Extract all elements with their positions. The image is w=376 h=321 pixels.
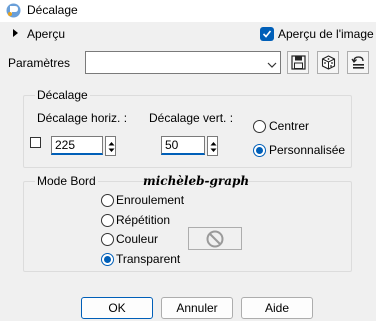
- color-radio[interactable]: [101, 233, 114, 246]
- vertical-offset-spinner[interactable]: [207, 136, 218, 156]
- link-offsets-checkbox[interactable]: [30, 137, 41, 148]
- vertical-offset-value: 50: [165, 138, 179, 152]
- reset-button[interactable]: [347, 51, 369, 74]
- horizontal-offset-value: 225: [55, 138, 76, 152]
- offset-group-title: Décalage: [35, 88, 90, 102]
- preview-on-image-label[interactable]: Aperçu de l'image: [278, 27, 374, 41]
- help-button[interactable]: Aide: [241, 297, 313, 319]
- vertical-offset-label: Décalage vert. :: [149, 111, 234, 125]
- ok-button[interactable]: OK: [81, 297, 153, 319]
- wrap-radio[interactable]: [101, 194, 114, 207]
- vertical-offset-input[interactable]: 50: [161, 136, 205, 155]
- watermark-text: michèleb-graph: [143, 174, 250, 188]
- center-radio-label[interactable]: Centrer: [269, 119, 309, 133]
- horizontal-offset-label: Décalage horiz. :: [37, 111, 128, 125]
- cancel-button[interactable]: Annuler: [161, 297, 233, 319]
- preview-on-image-checkbox[interactable]: [260, 27, 274, 41]
- wrap-radio-label[interactable]: Enroulement: [116, 193, 184, 207]
- center-radio[interactable]: [253, 120, 266, 133]
- repeat-radio-label[interactable]: Répétition: [116, 213, 170, 227]
- custom-radio-label[interactable]: Personnalisée: [269, 143, 345, 157]
- randomize-button[interactable]: [317, 51, 339, 74]
- chevron-down-icon: [267, 58, 277, 72]
- color-radio-label[interactable]: Couleur: [116, 232, 158, 246]
- custom-radio[interactable]: [253, 144, 266, 157]
- parameters-label: Paramètres: [8, 56, 71, 70]
- edge-color-swatch[interactable]: [188, 227, 242, 250]
- edge-mode-group-title: Mode Bord: [35, 174, 98, 188]
- paint-shop-pro-icon: [6, 3, 21, 18]
- triangle-right-icon[interactable]: [10, 27, 20, 39]
- preset-dropdown[interactable]: [85, 51, 281, 74]
- horizontal-offset-input[interactable]: 225: [51, 136, 103, 155]
- transparent-radio-label[interactable]: Transparent: [116, 252, 180, 266]
- repeat-radio[interactable]: [101, 214, 114, 227]
- save-preset-button[interactable]: [287, 51, 309, 74]
- horizontal-offset-spinner[interactable]: [105, 136, 116, 156]
- window-title: Décalage: [27, 3, 78, 17]
- preview-toggle-label[interactable]: Aperçu: [27, 27, 65, 41]
- transparent-radio[interactable]: [101, 253, 114, 266]
